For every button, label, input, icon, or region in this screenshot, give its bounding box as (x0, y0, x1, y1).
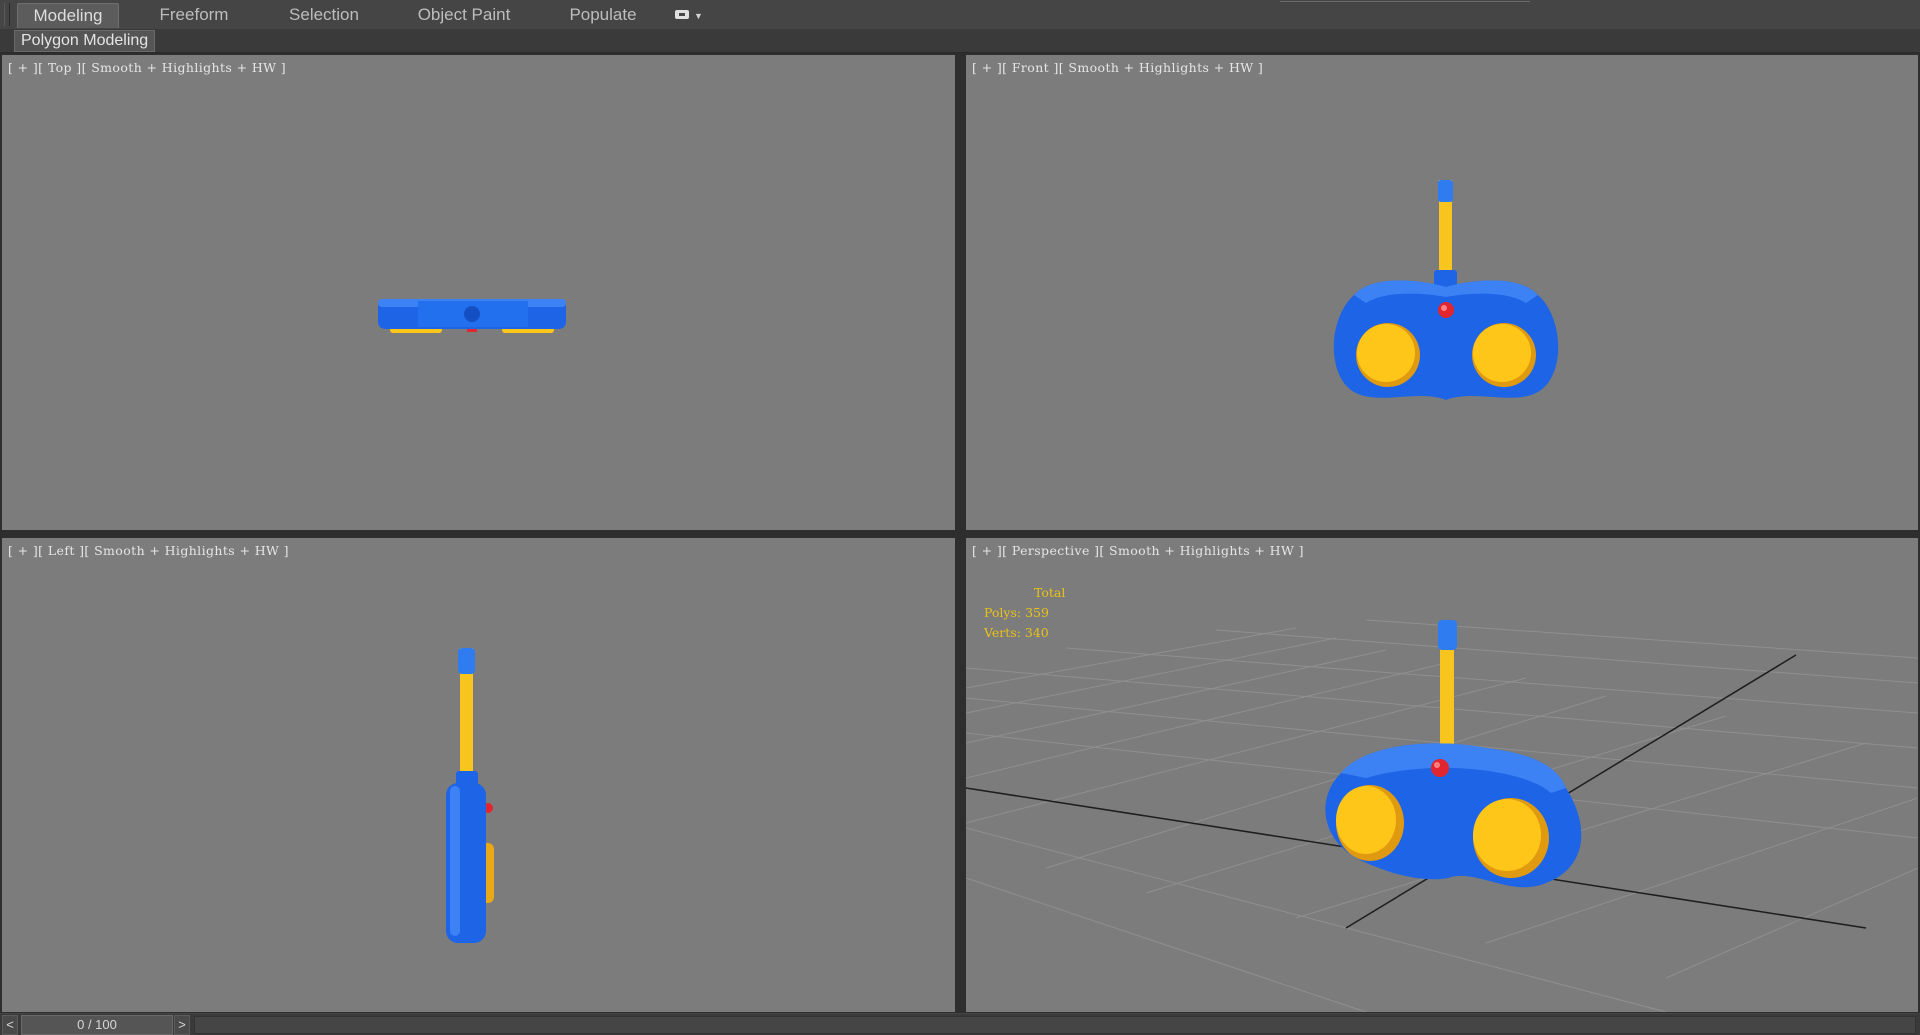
viewport-left[interactable]: [ + ][ Left ][ Smooth + Highlights + HW … (2, 538, 955, 1012)
ribbon-display-icon[interactable] (675, 10, 689, 19)
viewport-area: [ + ][ Top ][ Smooth + Highlights + HW ]… (0, 53, 1920, 1013)
tab-selection[interactable]: Selection (280, 3, 368, 27)
time-track[interactable] (194, 1016, 1916, 1034)
viewport-perspective[interactable]: [ + ][ Perspective ][ Smooth + Highlight… (966, 538, 1918, 1012)
time-slider-bar: < 0 / 100 > (0, 1014, 1920, 1035)
viewport-top[interactable]: [ + ][ Top ][ Smooth + Highlights + HW ] (2, 55, 955, 530)
ribbon-grip[interactable] (4, 3, 10, 26)
tab-object-paint[interactable]: Object Paint (410, 3, 518, 27)
tab-freeform[interactable]: Freeform (148, 3, 240, 27)
time-next-button[interactable]: > (174, 1015, 190, 1035)
tab-modeling[interactable]: Modeling (17, 3, 119, 28)
viewport-front[interactable]: [ + ][ Front ][ Smooth + Highlights + HW… (966, 55, 1918, 530)
ribbon-dropdown-caret-icon[interactable]: ▼ (694, 11, 703, 21)
top-view-model (378, 299, 566, 333)
left-view-model (446, 648, 494, 943)
polygon-modeling-panel-button[interactable]: Polygon Modeling (14, 30, 156, 52)
time-slider[interactable]: 0 / 100 (21, 1015, 173, 1035)
perspective-view-scene (966, 619, 1918, 1012)
ribbon-divider (1280, 1, 1530, 2)
front-view-model (1333, 180, 1559, 400)
ribbon-tab-bar: Modeling Freeform Selection Object Paint… (0, 0, 1920, 30)
panel-bar: Polygon Modeling (0, 29, 1920, 53)
tab-populate[interactable]: Populate (562, 3, 644, 27)
time-prev-button[interactable]: < (2, 1015, 18, 1035)
